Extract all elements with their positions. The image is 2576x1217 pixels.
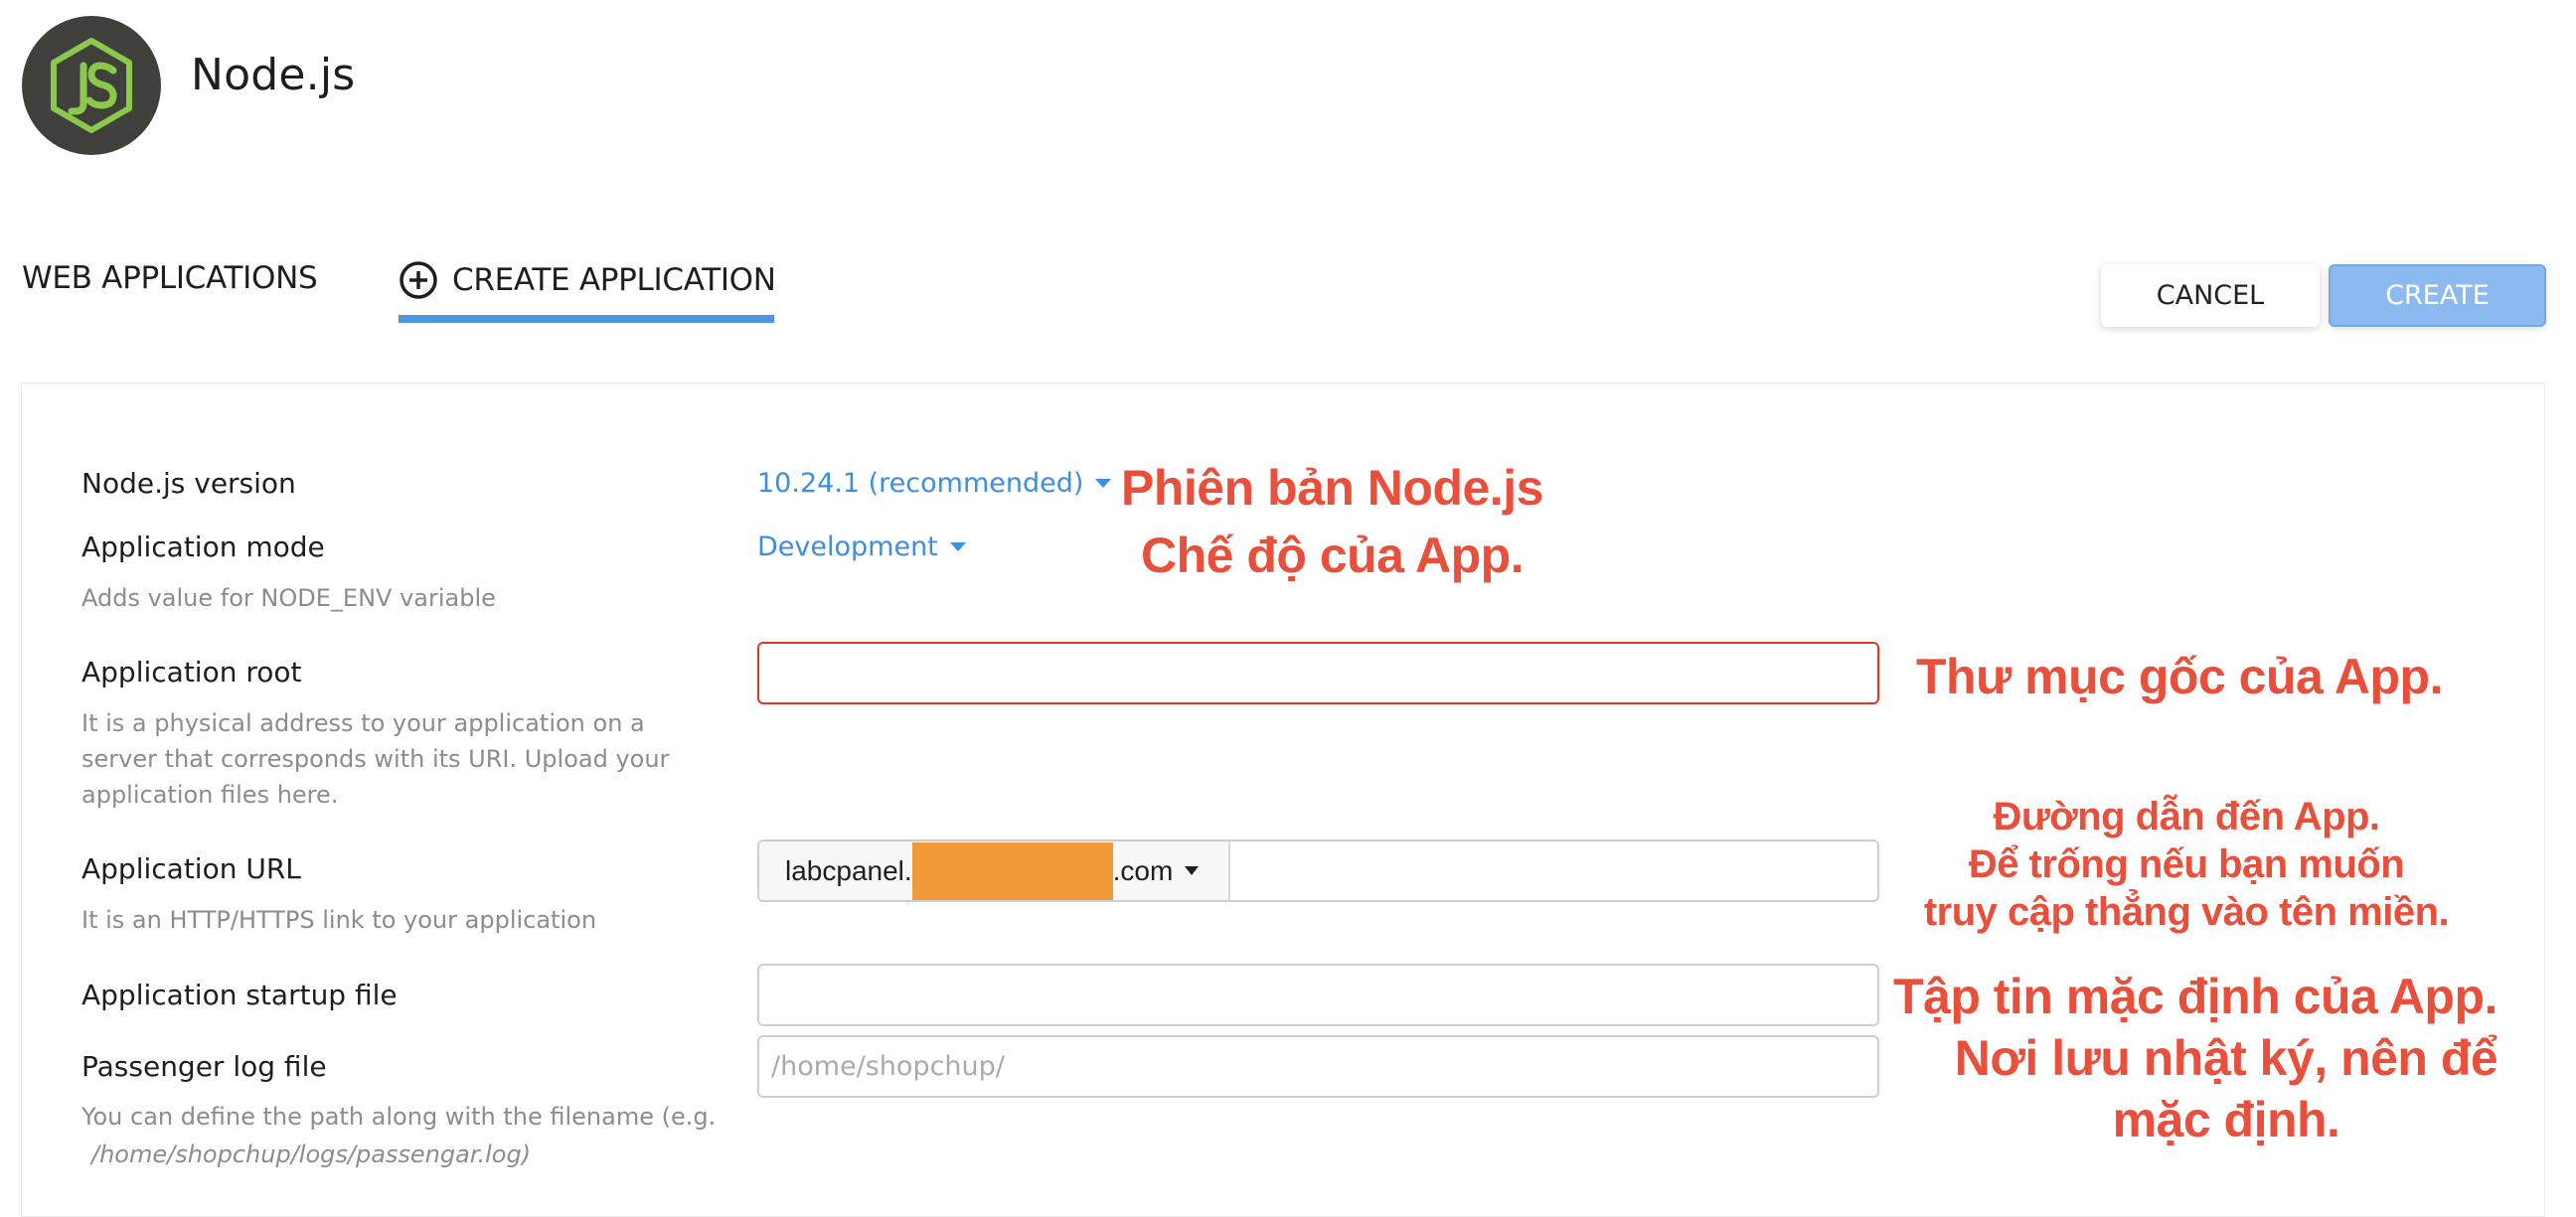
domain-prefix: labcpanel. — [785, 854, 912, 886]
nodejs-logo-icon — [51, 38, 132, 133]
app-mode-value: Development — [757, 532, 938, 562]
startup-file-label: Application startup file — [81, 979, 398, 1011]
app-root-label: Application root — [81, 656, 302, 688]
app-url-label: Application URL — [81, 852, 301, 885]
annotation-url: Đường dẫn đến App. Để trống nếu bạn muốn… — [1908, 793, 2465, 936]
log-file-placeholder: /home/shopchup/ — [771, 1051, 1005, 1082]
annotation-log-line: mặc định. — [2112, 1092, 2340, 1147]
tab-web-applications[interactable]: WEB APPLICATIONS — [22, 260, 318, 296]
app-root-hint: It is a physical address to your applica… — [81, 709, 670, 809]
annotation-mode: Chế độ của App. — [1141, 528, 1525, 583]
annotation-url-line: truy cập thẳng vào tên miền. — [1923, 890, 2450, 934]
log-file-hint-example: /home/shopchup/logs/passengar.log) — [91, 1141, 532, 1168]
app-url-hint: It is an HTTP/HTTPS link to your applica… — [81, 906, 597, 934]
app-mode-dropdown[interactable]: Development — [757, 532, 966, 562]
domain-select[interactable]: labcpanel. .com — [759, 841, 1230, 900]
app-url-field: labcpanel. .com — [757, 839, 1879, 902]
app-url-path-input[interactable] — [1230, 841, 1877, 900]
annotation-version: Phiên bản Node.js — [1121, 460, 1543, 516]
log-file-label: Passenger log file — [81, 1050, 327, 1083]
nodejs-version-value: 10.24.1 (recommended) — [757, 468, 1084, 499]
app-mode-label: Application mode — [81, 531, 325, 563]
create-button[interactable]: CREATE — [2329, 264, 2546, 327]
page-title: Node.js — [191, 50, 356, 100]
chevron-down-icon — [949, 542, 966, 551]
app-root-input[interactable] — [757, 642, 1879, 704]
chevron-down-icon — [1185, 866, 1200, 875]
redacted-domain — [911, 841, 1113, 900]
domain-suffix: .com — [1112, 854, 1174, 886]
nodejs-logo — [22, 16, 161, 155]
nodejs-version-dropdown[interactable]: 10.24.1 (recommended) — [757, 468, 1112, 499]
plus-circle-icon — [400, 261, 437, 299]
annotation-url-line: Đường dẫn đến App. — [1993, 795, 2380, 838]
tab-label: CREATE APPLICATION — [452, 262, 776, 298]
annotation-root: Thư mục gốc của App. — [1916, 649, 2443, 704]
tab-label: WEB APPLICATIONS — [22, 260, 318, 296]
annotation-log-line: Nơi lưu nhật ký, nên để — [1954, 1030, 2498, 1086]
annotation-startup: Tập tin mặc định của App. — [1893, 969, 2497, 1024]
cancel-button[interactable]: CANCEL — [2101, 264, 2320, 327]
log-file-input[interactable]: /home/shopchup/ — [757, 1035, 1879, 1098]
nodejs-version-label: Node.js version — [81, 467, 296, 500]
tab-create-application[interactable]: CREATE APPLICATION — [399, 260, 776, 300]
annotation-url-line: Để trống nếu bạn muốn — [1968, 842, 2405, 886]
app-mode-hint: Adds value for NODE_ENV variable — [81, 584, 496, 612]
startup-file-input[interactable] — [757, 964, 1879, 1026]
annotation-log: Nơi lưu nhật ký, nên để mặc định. — [1928, 1027, 2524, 1150]
chevron-down-icon — [1095, 479, 1112, 488]
active-tab-indicator — [399, 315, 774, 323]
log-file-hint: You can define the path along with the f… — [81, 1103, 717, 1131]
